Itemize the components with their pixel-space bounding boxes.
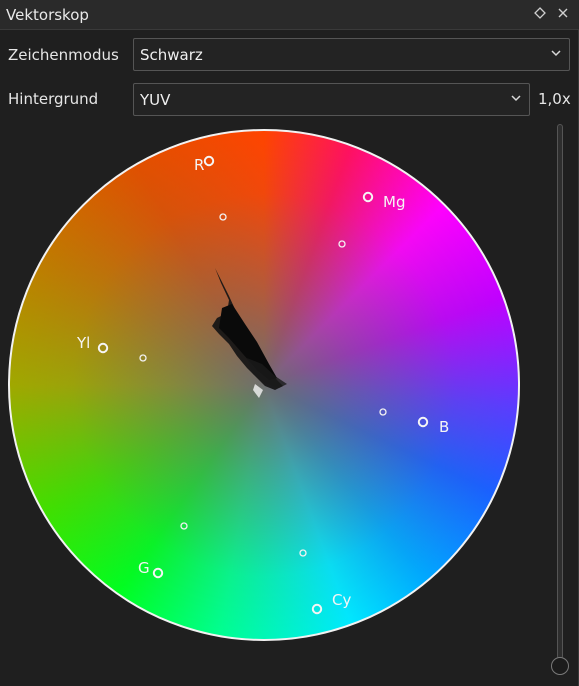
draw-mode-value: Schwarz [140, 46, 203, 64]
background-label: Hintergrund [8, 90, 99, 108]
zoom-slider-handle[interactable] [551, 657, 569, 675]
target-label-g: G [138, 559, 150, 577]
target-label-b: B [439, 418, 449, 436]
target-label-cy: Cy [332, 591, 351, 609]
target-label-r: R [194, 156, 204, 174]
draw-mode-label: Zeichenmodus [8, 46, 119, 64]
zoom-value: 1,0x [538, 90, 571, 108]
window-title: Vektorskop [6, 6, 89, 24]
draw-mode-select[interactable]: Schwarz [133, 38, 570, 71]
zoom-slider-track[interactable] [557, 124, 563, 659]
vectorscope-display: R Mg Yl B G Cy [7, 128, 521, 642]
chevron-down-icon [511, 95, 521, 102]
chevron-down-icon [551, 50, 561, 57]
title-bar: Vektorskop [0, 0, 579, 30]
background-select[interactable]: YUV [133, 83, 530, 116]
diamond-icon[interactable] [532, 5, 548, 21]
target-label-yl: Yl [76, 334, 90, 352]
background-value: YUV [140, 91, 171, 109]
target-label-mg: Mg [383, 193, 405, 211]
close-icon[interactable] [555, 5, 571, 21]
